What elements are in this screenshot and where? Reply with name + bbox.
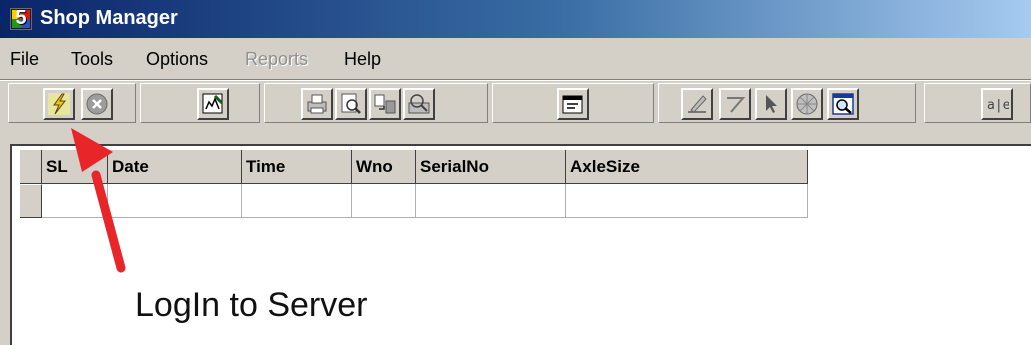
annotation-text: LogIn to Server <box>135 286 368 324</box>
arrow-head <box>71 128 113 172</box>
arrow-shaft <box>91 170 126 273</box>
